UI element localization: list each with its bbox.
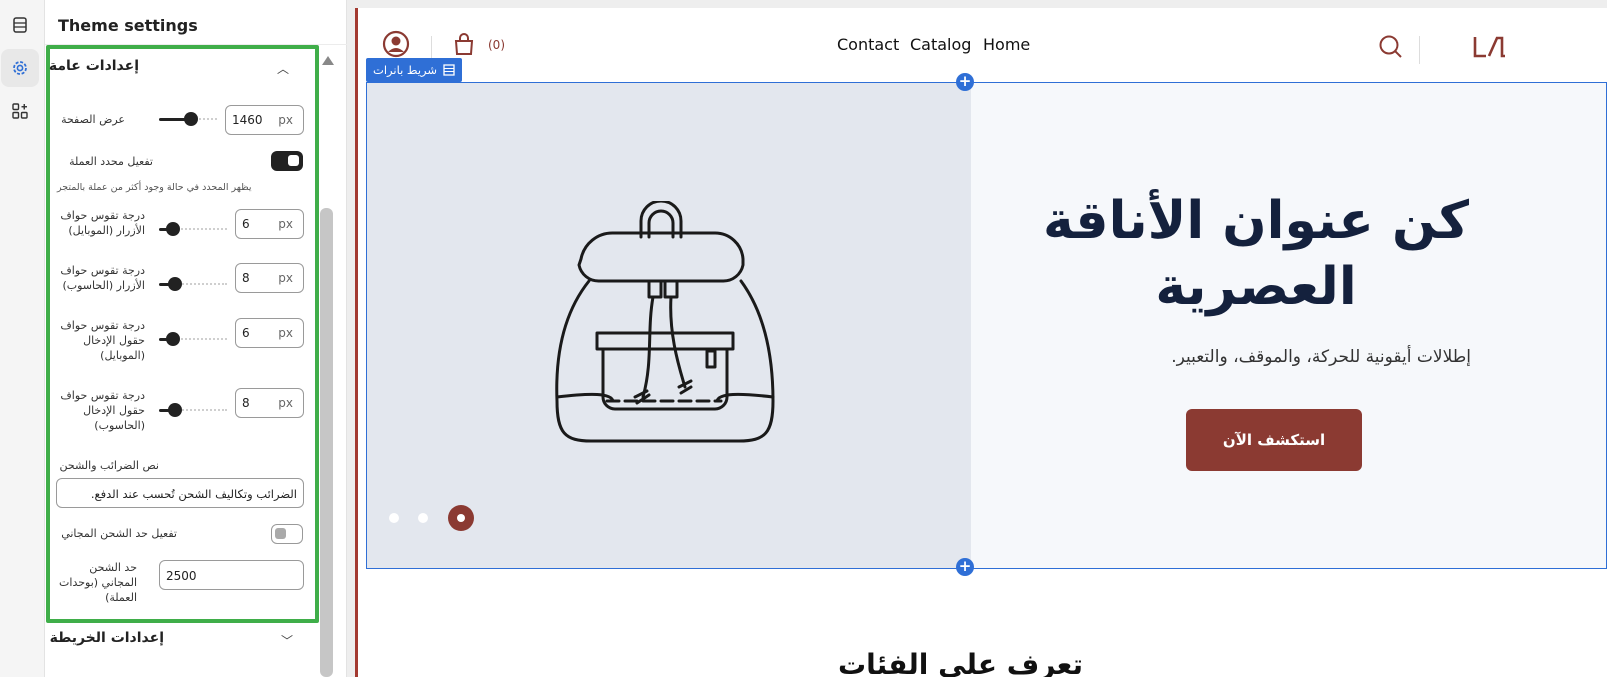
button-radius-mobile-input[interactable]: 6 px [235, 209, 304, 239]
page-width-slider[interactable] [159, 112, 217, 126]
nav-link-home[interactable]: Home [983, 35, 1030, 54]
chevron-down-icon: ︿ [281, 633, 294, 647]
hero-content: كن عنوان الأناقة العصرية إطلالات أيقونية… [971, 83, 1606, 568]
hero-subtitle: إطلالات أيقونية للحركة، والموقف، والتعبي… [1171, 347, 1471, 367]
map-section-title: إعدادات الخريطة [49, 630, 164, 646]
free-shipping-toggle[interactable] [271, 524, 303, 544]
scroll-thumb[interactable] [320, 208, 333, 677]
general-section-title: إعدادات عامة [48, 58, 139, 74]
carousel-dot-2[interactable] [418, 513, 428, 523]
sections-button[interactable] [1, 6, 39, 44]
panel-title: Theme settings [58, 16, 198, 35]
page-width-label: عرض الصفحة [61, 113, 125, 126]
user-icon[interactable] [382, 30, 410, 58]
button-radius-mobile-label: درجة تقوس حواف الأزرار (الموبايل) [60, 209, 145, 237]
free-shipping-label: تفعيل حد الشحن المجاني [61, 527, 177, 540]
tax-shipping-label: نص الضرائب والشحن [59, 459, 159, 472]
currency-selector-toggle[interactable] [271, 151, 303, 171]
store-preview: (0) Contact Catalog Home شريط بانرات كن … [355, 8, 1607, 677]
next-section-title: تعرف على الفئات [838, 648, 1083, 677]
add-section-above-button[interactable]: + [956, 73, 974, 91]
button-radius-desktop-input[interactable]: 8 px [235, 263, 304, 293]
nav-link-contact[interactable]: Contact [837, 35, 899, 54]
button-radius-desktop-label: درجة تقوس حواف الأزرار (الحاسوب) [60, 264, 145, 292]
slider-handle[interactable] [168, 277, 182, 291]
hero-image [367, 83, 971, 568]
left-rail [0, 0, 45, 677]
cart-icon[interactable] [453, 32, 475, 56]
general-section-header[interactable]: إعدادات عامة ︿ [49, 58, 309, 80]
theme-settings-button[interactable] [1, 49, 39, 87]
panel-scrollbar[interactable] [320, 50, 334, 677]
layers-icon [13, 17, 27, 33]
add-section-below-button[interactable]: + [956, 558, 974, 576]
chevron-up-icon: ︿ [277, 62, 290, 76]
input-radius-desktop-input[interactable]: 8 px [235, 388, 304, 418]
tax-shipping-input[interactable]: الضرائب وتكاليف الشحن تُحسب عند الدفع. [56, 478, 304, 508]
theme-editor: Theme settings إعدادات عامة ︿ عرض الصفحة… [0, 0, 1607, 677]
input-radius-mobile-input[interactable]: 6 px [235, 318, 304, 348]
logo[interactable] [1472, 34, 1508, 60]
section-badge[interactable]: شريط بانرات [366, 58, 463, 82]
carousel-dot-3[interactable] [389, 513, 399, 523]
preview-area: (0) Contact Catalog Home شريط بانرات كن … [347, 0, 1607, 677]
nav-link-catalog[interactable]: Catalog [910, 35, 971, 54]
apps-button[interactable] [1, 92, 39, 130]
input-radius-desktop-slider[interactable] [159, 403, 227, 417]
cart-count: (0) [488, 38, 505, 52]
settings-panel: Theme settings إعدادات عامة ︿ عرض الصفحة… [45, 0, 347, 677]
button-radius-mobile-slider[interactable] [159, 222, 227, 236]
slider-handle[interactable] [168, 403, 182, 417]
slider-handle[interactable] [184, 112, 198, 126]
input-radius-desktop-label: درجة تقوس حواف حقول الإدخال (الحاسوب) [60, 389, 145, 432]
store-header: (0) Contact Catalog Home [358, 8, 1607, 82]
input-radius-mobile-label: درجة تقوس حواف حقول الإدخال (الموبايل) [60, 319, 145, 362]
hero-banner[interactable]: كن عنوان الأناقة العصرية إطلالات أيقونية… [366, 82, 1607, 569]
search-icon[interactable] [1378, 34, 1404, 60]
carousel-dot-active[interactable] [448, 505, 474, 531]
add-blocks-icon [12, 103, 28, 119]
input-radius-mobile-slider[interactable] [159, 332, 227, 346]
currency-selector-label: تفعيل محدد العملة [69, 155, 153, 168]
button-radius-desktop-slider[interactable] [159, 277, 227, 291]
grid-handle-icon [443, 64, 455, 76]
backpack-illustration [555, 201, 775, 443]
free-shipping-threshold-label: حد الشحن المجاني (بوحدات العملة) [59, 561, 137, 604]
slider-handle[interactable] [166, 332, 180, 346]
hero-title: كن عنوان الأناقة العصرية [1043, 191, 1469, 317]
page-width-input[interactable]: 1460 px [225, 105, 304, 135]
explore-now-button[interactable]: استكشف الآن [1186, 409, 1362, 471]
free-shipping-threshold-input[interactable]: 2500 [159, 560, 304, 590]
divider [1419, 36, 1420, 64]
map-section-header[interactable]: إعدادات الخريطة ︿ [50, 630, 309, 652]
slider-handle[interactable] [166, 222, 180, 236]
currency-selector-hint: يظهر المحدد في حالة وجود أكثر من عملة با… [57, 182, 252, 193]
gear-icon [13, 61, 27, 75]
scroll-up-arrow[interactable] [322, 56, 334, 65]
